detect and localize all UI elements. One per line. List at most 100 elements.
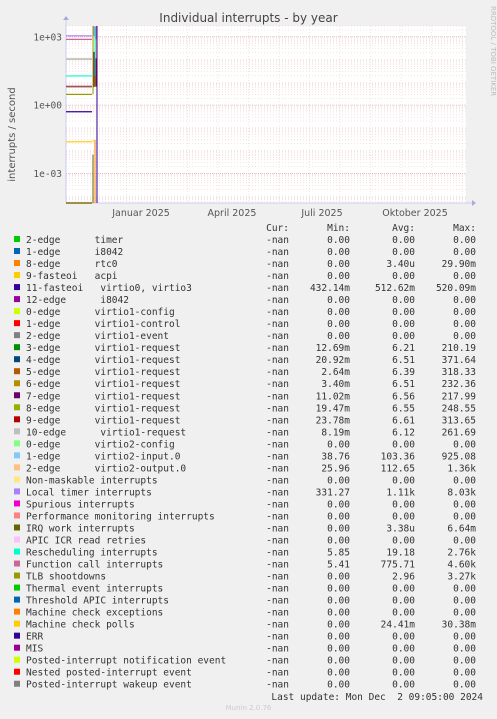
legend-value: 0.00 <box>327 572 350 583</box>
legend-swatch <box>14 476 20 483</box>
legend-value: 5.41 <box>327 560 350 571</box>
legend-value: 0.00 <box>453 307 476 318</box>
last-update: Last update: Mon Dec 2 09:05:00 2024 <box>271 692 483 703</box>
legend-value: 6.39 <box>392 367 415 378</box>
legend-value: 0.00 <box>327 295 350 306</box>
legend-swatch <box>14 536 20 543</box>
legend-value: -nan <box>266 283 289 294</box>
legend-value: 775.71 <box>381 560 416 571</box>
legend-value: 19.18 <box>386 548 415 559</box>
legend-series-name: 3-edge virtio1-request <box>26 343 180 354</box>
legend-column-header: Min: <box>327 223 350 234</box>
legend-value: 3.40m <box>321 379 350 390</box>
legend-swatch <box>14 416 20 423</box>
munin-version-footer: Munin 2.0.76 <box>225 704 272 712</box>
legend-value: -nan <box>266 391 289 402</box>
legend-value: 3.38u <box>386 523 415 534</box>
legend-swatch <box>14 548 20 555</box>
legend-series-name: Posted-interrupt notification event <box>26 656 226 667</box>
legend-value: 0.00 <box>392 475 415 486</box>
legend-series-name: Rescheduling interrupts <box>26 548 158 559</box>
legend-value: -nan <box>266 331 289 342</box>
legend-value: 0.00 <box>327 680 350 691</box>
legend-value: 0.00 <box>392 295 415 306</box>
legend-value: -nan <box>266 343 289 354</box>
legend-value: 6.55 <box>392 403 415 414</box>
legend-value: 210.19 <box>442 343 477 354</box>
legend-swatch <box>14 656 20 663</box>
legend-swatch <box>14 452 20 459</box>
legend-swatch <box>14 392 20 399</box>
legend-value: -nan <box>266 632 289 643</box>
legend-value: -nan <box>266 608 289 619</box>
legend-value: 2.76k <box>447 548 476 559</box>
legend-value: 0.00 <box>453 584 476 595</box>
legend-value: 0.00 <box>392 499 415 510</box>
legend-series-name: 4-edge virtio1-request <box>26 355 180 366</box>
legend-series-name: Nested posted-interrupt event <box>26 668 192 679</box>
legend-value: 0.00 <box>327 536 350 547</box>
y-tick-label: 1e-03 <box>33 169 62 180</box>
legend-swatch <box>14 332 20 339</box>
legend-swatch <box>14 320 20 327</box>
legend-series-name: 6-edge virtio1-request <box>26 379 180 390</box>
legend-swatch <box>14 524 20 531</box>
legend-value: -nan <box>266 523 289 534</box>
legend-swatch <box>14 572 20 579</box>
legend-value: 8.03k <box>447 487 476 498</box>
legend-value: -nan <box>266 367 289 378</box>
legend-value: -nan <box>266 487 289 498</box>
legend-value: 0.00 <box>327 608 350 619</box>
legend-series-name: 11-fasteoi virtio0, virtio3 <box>26 283 192 294</box>
legend-value: 0.00 <box>327 235 350 246</box>
legend-series-name: Machine check exceptions <box>26 608 163 619</box>
legend-value: -nan <box>266 439 289 450</box>
legend-value: 0.00 <box>453 271 476 282</box>
x-tick-label: Juli 2025 <box>300 208 342 219</box>
legend-value: -nan <box>266 355 289 366</box>
legend-value: 0.00 <box>327 511 350 522</box>
legend-value: 6.12 <box>392 427 415 438</box>
legend-value: 1.36k <box>447 463 476 474</box>
legend-value: 0.00 <box>453 656 476 667</box>
legend-value: 0.00 <box>392 511 415 522</box>
legend-swatch <box>14 248 20 255</box>
legend-value: -nan <box>266 511 289 522</box>
legend-value: 2.96 <box>392 572 415 583</box>
legend-swatch <box>14 236 20 242</box>
legend-value: 0.00 <box>392 584 415 595</box>
legend-value: -nan <box>266 427 289 438</box>
legend-value: 38.76 <box>321 451 350 462</box>
legend-series-name: 9-fasteoi acpi <box>26 271 118 282</box>
legend-value: 0.00 <box>392 331 415 342</box>
legend-value: -nan <box>266 572 289 583</box>
legend-value: 0.00 <box>327 259 350 270</box>
legend-value: -nan <box>266 415 289 426</box>
legend-column-header: Cur: <box>266 223 289 234</box>
legend-value: 25.96 <box>321 463 350 474</box>
legend-value: -nan <box>266 319 289 330</box>
legend-series-name: Thermal event interrupts <box>26 584 163 595</box>
legend-series-name: Local timer interrupts <box>26 487 152 498</box>
legend-value: 0.00 <box>327 499 350 510</box>
legend-value: 0.00 <box>453 295 476 306</box>
legend-swatch <box>14 488 20 495</box>
legend-value: -nan <box>266 235 289 246</box>
legend-series-name: 8-edge virtio1-request <box>26 403 180 414</box>
legend-value: -nan <box>266 403 289 414</box>
legend-value: 0.00 <box>453 632 476 643</box>
legend-value: 1.11k <box>386 487 415 498</box>
legend-value: 0.00 <box>453 644 476 655</box>
legend-column-header: Max: <box>453 223 476 234</box>
legend-swatch <box>14 584 20 591</box>
legend-value: 0.00 <box>392 644 415 655</box>
legend-value: 0.00 <box>327 620 350 631</box>
legend-value: -nan <box>266 451 289 462</box>
legend-series-name: Non-maskable interrupts <box>26 475 158 486</box>
legend-swatch <box>14 260 20 267</box>
legend-value: 8.19m <box>321 427 350 438</box>
legend-value: 0.00 <box>327 247 350 258</box>
legend-swatch <box>14 272 20 279</box>
legend-value: 6.51 <box>392 355 415 366</box>
legend-swatch <box>14 440 20 447</box>
